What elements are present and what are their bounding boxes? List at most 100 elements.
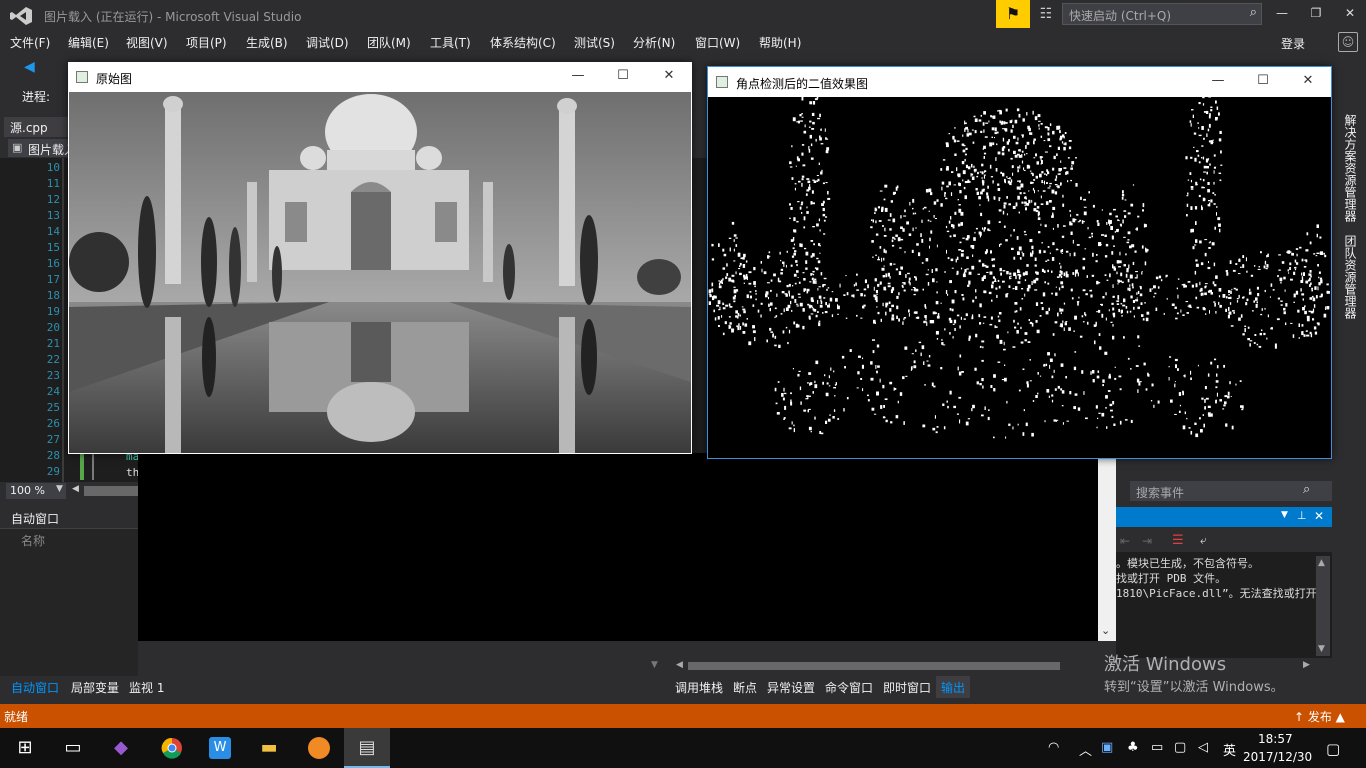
back-arrow-icon[interactable]: ◀ bbox=[24, 59, 35, 75]
word-wrap-icon[interactable]: ⤶ bbox=[1200, 533, 1207, 548]
editor-horizontal-scrollbar[interactable] bbox=[84, 486, 138, 496]
autos-window-title: 自动窗口 bbox=[11, 512, 60, 526]
publish-button[interactable]: ↑ 发布 ▲ bbox=[1294, 708, 1345, 725]
status-bar bbox=[0, 704, 1366, 728]
diagnostics-header bbox=[1116, 458, 1336, 478]
tab-output[interactable]: 输出 bbox=[941, 679, 965, 696]
notification-flag-icon[interactable]: ⚑ bbox=[996, 0, 1030, 28]
volume-icon[interactable]: ◁ bbox=[1198, 740, 1208, 755]
menu-debug[interactable]: 调试(D) bbox=[306, 34, 349, 51]
chevron-down-icon[interactable]: ▼ bbox=[1281, 510, 1288, 520]
app-icon[interactable] bbox=[302, 732, 336, 764]
tab-solution-explorer[interactable]: 解决方案资源管理器 bbox=[1342, 114, 1359, 222]
menu-test[interactable]: 测试(S) bbox=[574, 34, 615, 51]
clock-time[interactable]: 18:57 bbox=[1258, 732, 1293, 746]
tab-exception-settings[interactable]: 异常设置 bbox=[767, 679, 815, 696]
gutter-divider bbox=[62, 158, 64, 482]
chevron-down-icon[interactable]: ▼ bbox=[56, 484, 63, 494]
menu-tools[interactable]: 工具(T) bbox=[430, 34, 471, 51]
tab-team-explorer[interactable]: 团队资源管理器 bbox=[1342, 235, 1359, 319]
chrome-icon[interactable] bbox=[155, 732, 189, 764]
quick-launch-input[interactable]: 快速启动 (Ctrl+Q) ⌕ bbox=[1062, 3, 1262, 25]
menu-analyze[interactable]: 分析(N) bbox=[633, 34, 675, 51]
corner-detection-title-bar[interactable]: 角点检测后的二值效果图 — ☐ ✕ bbox=[708, 67, 1331, 97]
line-number: 22 bbox=[46, 353, 60, 366]
search-icon[interactable]: ⌕ bbox=[1303, 482, 1310, 497]
menu-architecture[interactable]: 体系结构(C) bbox=[490, 34, 556, 51]
go-to-next-icon[interactable]: ⇥ bbox=[1142, 534, 1152, 548]
scroll-right-icon[interactable]: ▶ bbox=[1303, 660, 1310, 670]
ime-indicator[interactable]: 英 bbox=[1223, 740, 1236, 759]
menu-view[interactable]: 视图(V) bbox=[126, 34, 168, 51]
menu-project[interactable]: 项目(P) bbox=[186, 34, 227, 51]
scroll-down-icon[interactable]: ▼ bbox=[1318, 644, 1325, 654]
minimize-icon[interactable]: — bbox=[1272, 6, 1292, 24]
maximize-icon[interactable]: ☐ bbox=[1255, 73, 1271, 89]
status-text: 就绪 bbox=[4, 710, 29, 724]
pin-icon[interactable]: ⊥ bbox=[1297, 509, 1307, 522]
tab-autos[interactable]: 自动窗口 bbox=[11, 679, 59, 696]
line-number: 16 bbox=[46, 257, 60, 270]
battery-icon[interactable]: ▭ bbox=[1151, 740, 1163, 755]
output-line: 。模块已生成，不包含符号。 bbox=[1116, 557, 1259, 570]
line-number: 20 bbox=[46, 321, 60, 334]
minimize-icon[interactable]: — bbox=[570, 68, 586, 84]
quick-launch-placeholder: 快速启动 (Ctrl+Q) bbox=[1069, 9, 1172, 23]
scroll-down-icon[interactable]: ⌄ bbox=[1101, 624, 1110, 637]
original-image-title-bar[interactable]: 原始图 — ☐ ✕ bbox=[68, 62, 692, 92]
line-number: 11 bbox=[46, 177, 60, 190]
clear-all-icon[interactable]: ☰ bbox=[1172, 533, 1184, 548]
menu-team[interactable]: 团队(M) bbox=[367, 34, 411, 51]
sign-in-link[interactable]: 登录 bbox=[1281, 35, 1305, 52]
visual-studio-icon[interactable]: ◆ bbox=[104, 732, 138, 764]
console-vertical-scrollbar[interactable] bbox=[1098, 453, 1116, 641]
tab-watch-1[interactable]: 监视 1 bbox=[129, 679, 164, 696]
search-icon[interactable]: ⌕ bbox=[1250, 5, 1257, 20]
network-icon[interactable]: ▢ bbox=[1174, 740, 1186, 755]
clock-date[interactable]: 2017/12/30 bbox=[1243, 750, 1312, 764]
scrollbar-thumb[interactable] bbox=[688, 662, 1060, 670]
autos-name-column-header[interactable]: 名称 bbox=[21, 532, 45, 549]
qq-icon[interactable]: ♣ bbox=[1127, 740, 1139, 755]
process-label: 进程: bbox=[22, 90, 51, 104]
line-number: 19 bbox=[46, 305, 60, 318]
show-hidden-icons-icon[interactable]: ︿ bbox=[1079, 740, 1092, 759]
wps-writer-icon[interactable]: W bbox=[203, 732, 237, 764]
minimize-icon[interactable]: — bbox=[1210, 73, 1226, 89]
go-to-previous-icon[interactable]: ⇤ bbox=[1120, 534, 1130, 548]
windows-start-icon[interactable]: ⊞ bbox=[8, 732, 42, 764]
tab-command-window[interactable]: 命令窗口 bbox=[825, 679, 873, 696]
wifi-icon[interactable]: ◠ bbox=[1048, 740, 1059, 755]
scroll-down-icon[interactable]: ▼ bbox=[651, 660, 658, 670]
scroll-left-icon[interactable]: ◀ bbox=[72, 484, 79, 494]
tab-call-stack[interactable]: 调用堆栈 bbox=[675, 679, 723, 696]
task-view-icon[interactable]: ▭ bbox=[56, 732, 90, 764]
menu-help[interactable]: 帮助(H) bbox=[759, 34, 801, 51]
scroll-up-icon[interactable]: ▲ bbox=[1318, 558, 1325, 568]
tab-breakpoints[interactable]: 断点 bbox=[733, 679, 757, 696]
account-icon[interactable]: ☺ bbox=[1338, 32, 1358, 52]
console-window[interactable] bbox=[138, 453, 1116, 641]
tray-app-icon[interactable]: ▣ bbox=[1101, 740, 1113, 755]
close-icon[interactable]: ✕ bbox=[661, 68, 677, 84]
menu-build[interactable]: 生成(B) bbox=[246, 34, 288, 51]
feedback-icon[interactable]: ☷ bbox=[1036, 4, 1056, 24]
corner-detection-window[interactable]: 角点检测后的二值效果图 — ☐ ✕ bbox=[707, 66, 1332, 459]
close-icon[interactable]: ✕ bbox=[1300, 73, 1316, 89]
tab-locals[interactable]: 局部变量 bbox=[71, 679, 119, 696]
line-number: 17 bbox=[46, 273, 60, 286]
original-image-window[interactable]: 原始图 — ☐ ✕ bbox=[68, 62, 692, 454]
editor-tab-label: 源.cpp bbox=[10, 121, 48, 135]
close-icon[interactable]: ✕ bbox=[1340, 6, 1360, 24]
scroll-left-icon[interactable]: ◀ bbox=[676, 660, 683, 670]
menu-edit[interactable]: 编辑(E) bbox=[68, 34, 109, 51]
action-center-icon[interactable]: ▢ bbox=[1326, 740, 1340, 758]
file-explorer-icon[interactable]: ▬ bbox=[252, 732, 286, 764]
menu-file[interactable]: 文件(F) bbox=[10, 34, 50, 51]
close-icon[interactable]: ✕ bbox=[1314, 509, 1324, 523]
output-vertical-scrollbar[interactable] bbox=[1316, 556, 1330, 656]
maximize-icon[interactable]: ☐ bbox=[615, 68, 631, 84]
tab-immediate-window[interactable]: 即时窗口 bbox=[883, 679, 931, 696]
restore-icon[interactable]: ❐ bbox=[1306, 6, 1326, 24]
menu-window[interactable]: 窗口(W) bbox=[695, 34, 740, 51]
